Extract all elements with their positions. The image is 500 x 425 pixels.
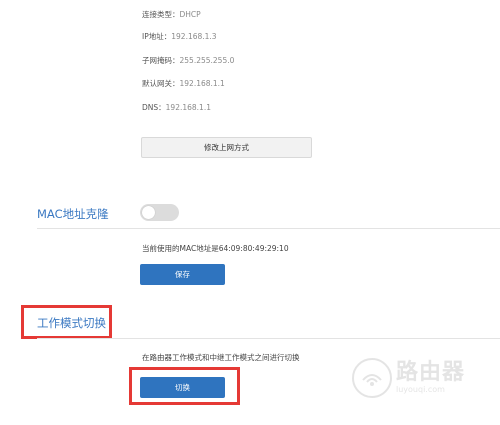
current-mac-text: 当前使用的MAC地址是64:09:80:49:29:10 (142, 244, 289, 253)
watermark-url: luyouqi.com (396, 385, 445, 394)
work-mode-divider (37, 338, 500, 339)
connection-type-value: DHCP (179, 10, 201, 19)
toggle-knob (142, 206, 155, 219)
work-mode-description: 在路由器工作模式和中继工作模式之间进行切换 (142, 353, 300, 362)
ip-address-row: IP地址：192.168.1.3 (142, 31, 217, 42)
default-gateway-value: 192.168.1.1 (179, 79, 225, 88)
work-mode-title: 工作模式切换 (37, 316, 106, 330)
watermark-title: 路由器 (396, 360, 466, 385)
subnet-mask-value: 255.255.255.0 (179, 56, 235, 65)
dns-value: 192.168.1.1 (165, 103, 211, 112)
dns-label: DNS： (142, 103, 166, 112)
connection-type-label: 连接类型： (142, 10, 180, 19)
save-button[interactable]: 保存 (140, 264, 225, 285)
switch-mode-button[interactable]: 切换 (140, 377, 225, 398)
change-connection-button[interactable]: 修改上网方式 (141, 137, 312, 158)
mac-clone-title: MAC地址克隆 (37, 207, 109, 221)
subnet-mask-label: 子网掩码： (142, 56, 180, 65)
mac-clone-divider (37, 228, 500, 229)
dns-row: DNS：192.168.1.1 (142, 102, 211, 113)
subnet-mask-row: 子网掩码：255.255.255.0 (142, 55, 234, 66)
ip-address-label: IP地址： (142, 32, 172, 41)
mac-clone-toggle[interactable] (140, 204, 179, 221)
default-gateway-row: 默认网关：192.168.1.1 (142, 78, 225, 89)
default-gateway-label: 默认网关： (142, 79, 180, 88)
ip-address-value: 192.168.1.3 (171, 32, 217, 41)
router-logo-icon (352, 358, 392, 398)
watermark: 路由器 luyouqi.com (352, 358, 465, 398)
connection-type-row: 连接类型：DHCP (142, 9, 201, 20)
